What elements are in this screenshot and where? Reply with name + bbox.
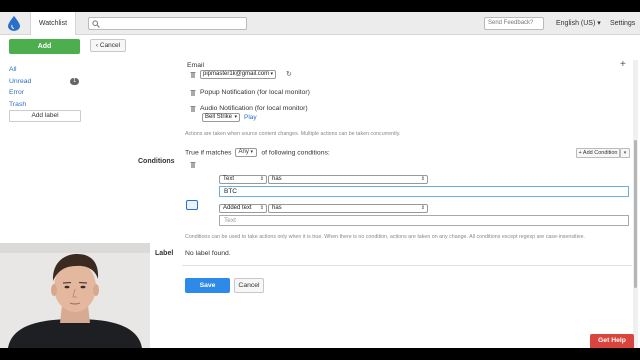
email-select-value: pipmaster1k@gmail.com [203,71,270,77]
cancel-top-button[interactable]: ‹ Cancel [90,39,126,52]
match-mode-select[interactable]: Any ▾ [235,148,258,157]
sidebar-item-label: All [9,66,17,73]
sidebar-item-label: Error [9,89,25,96]
trash-icon[interactable] [190,71,196,78]
play-link[interactable]: Play [244,114,257,121]
top-bar: Watchlist Send Feedback? English (US) ▾ … [0,12,640,35]
match-mode-value: Any [238,149,249,155]
select-arrows-icon: ⇕ [259,205,264,211]
divider [182,265,632,266]
sound-select[interactable]: Bell Strike ▾ [202,113,240,122]
settings-link[interactable]: Settings [610,12,635,35]
webcam-overlay [0,243,150,348]
chevron-down-icon: ▾ [270,71,273,77]
select-arrows-icon: ⇕ [420,176,425,182]
sidebar: All Unread 1 Error Trash [9,64,81,110]
conditions-sentence: True if matches Any ▾ of following condi… [185,148,330,157]
conditions-prefix: True if matches [185,149,232,157]
email-action-label: Email [187,62,204,69]
presenter-video-image [0,243,150,348]
main-panel: + Email pipmaster1k@gmail.com ▾ ↻ Popup N… [182,57,632,348]
condition-value-input[interactable]: BTC [219,186,629,197]
unread-count-badge: 1 [70,77,79,85]
actions-help-text: Actions are taken when source content ch… [185,131,401,137]
select-arrows-icon: ⇕ [259,176,264,182]
add-label-button[interactable]: Add label [9,110,81,122]
feedback-input[interactable]: Send Feedback? [484,17,544,30]
sidebar-item-label: Trash [9,100,27,108]
get-help-button[interactable]: Get Help [590,334,634,348]
condition-operator-value: has [272,176,282,182]
audio-action-label: Audio Notification (for local monitor) [200,105,308,112]
label-empty-text: No label found. [185,250,231,257]
add-action-plus-icon[interactable]: + [620,60,626,70]
sidebar-item-trash[interactable]: Trash [9,99,81,111]
email-select[interactable]: pipmaster1k@gmail.com ▾ [200,70,276,79]
conditions-help-text: Conditions can be used to take actions o… [185,234,585,240]
condition-value-input[interactable]: Text [219,215,629,226]
condition-operator-select[interactable]: has ⇕ [268,175,428,184]
condition-field-value: Text [223,176,235,182]
search-icon [92,20,100,28]
add-button[interactable]: Add [9,39,80,54]
conditions-suffix: of following conditions: [261,149,330,157]
cancel-button[interactable]: Cancel [234,278,264,293]
condition-field-select[interactable]: Added text ⇕ [219,204,267,213]
tab-watchlist[interactable]: Watchlist [30,12,76,35]
chevron-down-icon: ▾ [234,114,237,120]
condition-operator-value: has [272,205,282,211]
condition-operator-select[interactable]: has ⇕ [268,204,428,213]
condition-field-select[interactable]: Text ⇕ [219,175,267,184]
logo-drop-icon[interactable] [8,16,20,31]
popup-action-label: Popup Notification (for local monitor) [200,89,310,96]
language-menu[interactable]: English (US) ▾ [556,12,601,35]
sound-select-value: Bell Strike [205,114,233,120]
scrollbar-thumb[interactable] [634,140,637,288]
trash-icon[interactable] [190,161,196,168]
sidebar-item-label: Unread [9,77,32,85]
cancel-top-label: Cancel [99,42,121,49]
sidebar-item-error[interactable]: Error [9,87,81,99]
label-section-title: Label [155,250,174,257]
refresh-icon[interactable]: ↻ [286,70,292,78]
condition-field-value: Added text [223,205,252,211]
chevron-down-icon[interactable]: ▾ [620,148,630,158]
save-button[interactable]: Save [185,278,230,293]
search-input[interactable] [103,19,243,29]
copy-condition-icon[interactable] [186,200,198,210]
trash-icon[interactable] [190,105,196,112]
add-condition-button[interactable]: + Add Condition [576,148,620,158]
sidebar-item-unread[interactable]: Unread 1 [9,76,81,88]
conditions-section-title: Conditions [138,158,175,165]
search-box[interactable] [88,17,247,30]
select-arrows-icon: ⇕ [420,205,425,211]
trash-icon[interactable] [190,89,196,96]
sidebar-item-all[interactable]: All [9,64,81,76]
chevron-down-icon: ▾ [250,149,254,155]
